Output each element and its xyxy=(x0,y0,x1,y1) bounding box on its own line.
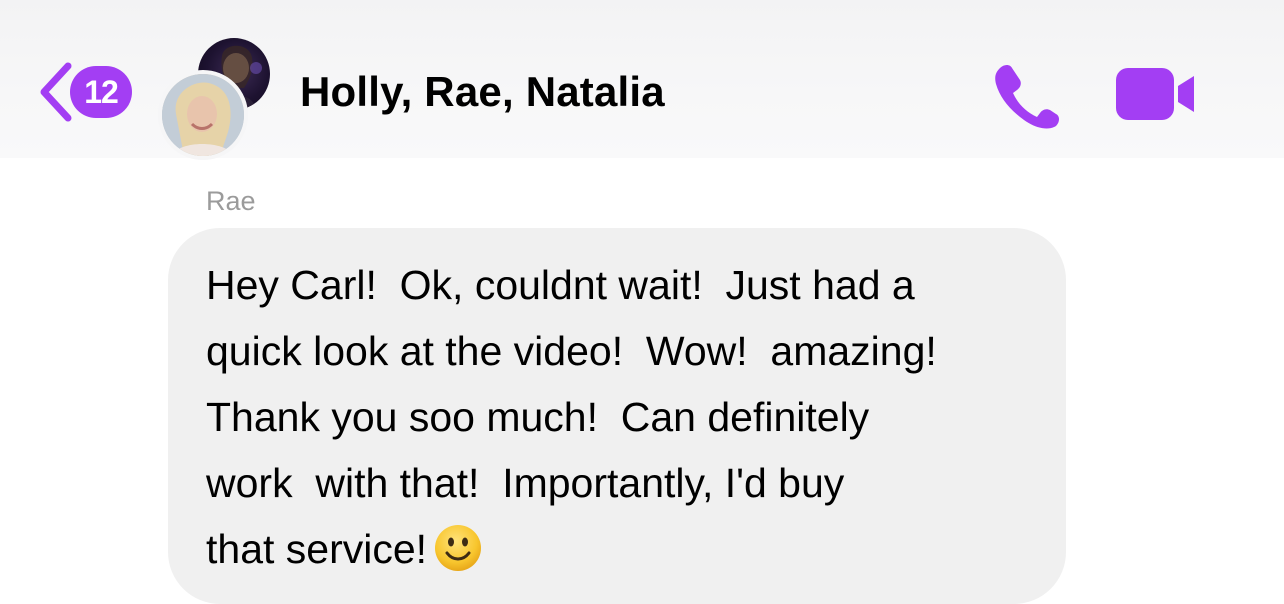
message-line: Thank you soo much! Can definitely xyxy=(206,394,870,440)
conversation-title[interactable]: Holly, Rae, Natalia xyxy=(300,68,665,116)
video-call-button[interactable] xyxy=(1114,66,1198,122)
message-line: quick look at the video! Wow! amazing! xyxy=(206,328,937,374)
message-sender-name: Rae xyxy=(206,186,256,216)
avatar-group-member-front[interactable] xyxy=(158,70,248,160)
phone-icon xyxy=(995,65,1059,129)
message-line: work with that! Importantly, I'd buy xyxy=(206,460,845,506)
message-text: Hey Carl! Ok, couldnt wait! Just had a q… xyxy=(206,252,1046,582)
slightly-smiling-face-emoji xyxy=(435,525,482,571)
back-button[interactable]: 12 xyxy=(36,58,136,126)
avatar-image xyxy=(162,74,244,156)
message-bubble[interactable]: Hey Carl! Ok, couldnt wait! Just had a q… xyxy=(168,228,1066,604)
message-line: that service! xyxy=(206,526,428,572)
conversation-header: 12 Holly, Rae, Natalia xyxy=(0,0,1284,160)
message-line: Hey Carl! Ok, couldnt wait! Just had a xyxy=(206,262,915,308)
unread-count-badge: 12 xyxy=(70,66,132,118)
video-camera-icon xyxy=(1116,68,1194,120)
audio-call-button[interactable] xyxy=(990,58,1062,130)
